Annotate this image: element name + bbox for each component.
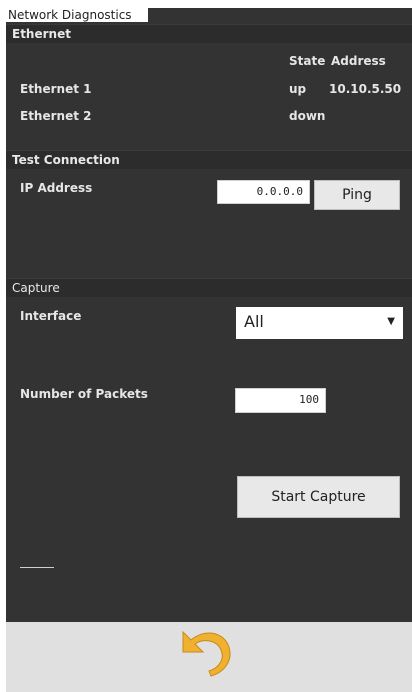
- dropdown-caret-icon: ▼: [387, 316, 395, 327]
- ethernet-2-state: down: [289, 109, 326, 123]
- test-connection-section-title: Test Connection: [12, 153, 120, 167]
- undo-arrow-icon[interactable]: [175, 626, 237, 678]
- capture-section-title: Capture: [12, 281, 60, 295]
- number-of-packets-label: Number of Packets: [20, 387, 148, 401]
- ethernet-1-state: up: [289, 82, 307, 96]
- state-column-header: State: [289, 54, 326, 68]
- capture-section-header: Capture: [6, 278, 412, 297]
- ip-address-label: IP Address: [20, 181, 93, 195]
- interface-selected-value: All: [244, 312, 264, 331]
- ethernet-section-header: Ethernet: [6, 24, 412, 43]
- start-capture-button[interactable]: Start Capture: [237, 476, 400, 518]
- ethernet-1-address: 10.10.5.50: [329, 82, 402, 96]
- ethernet-section-title: Ethernet: [12, 27, 71, 41]
- ip-address-input[interactable]: 0.0.0.0: [217, 180, 310, 204]
- interface-select[interactable]: All ▼: [236, 307, 403, 339]
- number-of-packets-input[interactable]: 100: [235, 388, 326, 413]
- address-column-header: Address: [331, 54, 386, 68]
- status-divider: [20, 567, 54, 568]
- interface-label: Interface: [20, 309, 82, 323]
- ping-button[interactable]: Ping: [314, 180, 400, 210]
- window-title: Network Diagnostics: [6, 8, 148, 22]
- ethernet-1-label: Ethernet 1: [20, 82, 92, 96]
- test-connection-section-header: Test Connection: [6, 150, 412, 169]
- ethernet-2-label: Ethernet 2: [20, 109, 92, 123]
